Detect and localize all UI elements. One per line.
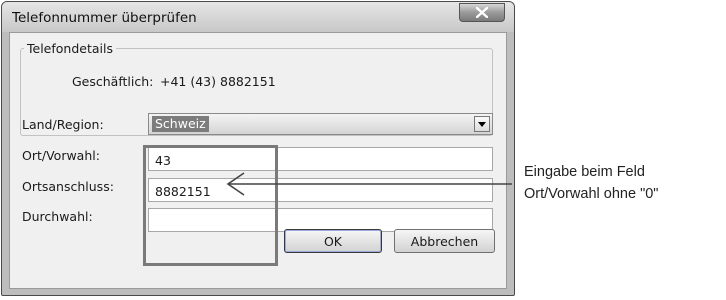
region-selected-value: Schweiz bbox=[152, 116, 209, 132]
annotation-line-2: Ort/Vorwahl ohne "0" bbox=[524, 186, 659, 202]
annotation-line-1: Eingabe beim Feld bbox=[524, 164, 645, 180]
business-label: Geschäftlich: bbox=[72, 74, 154, 89]
close-button[interactable] bbox=[459, 3, 505, 22]
region-label: Land/Region: bbox=[22, 117, 104, 132]
area-code-input[interactable]: 43 bbox=[148, 147, 493, 171]
group-legend: Telefondetails bbox=[24, 41, 116, 56]
annotation-note: Eingabe beim Feld Ort/Vorwahl ohne "0" bbox=[524, 161, 726, 205]
close-x-icon bbox=[476, 7, 488, 18]
dialog-title: Telefonnummer überprüfen bbox=[12, 10, 197, 26]
business-value: +41 (43) 8882151 bbox=[160, 74, 276, 89]
cancel-button[interactable]: Abbrechen bbox=[394, 229, 495, 253]
dropdown-arrow-icon[interactable] bbox=[474, 116, 490, 132]
ok-button[interactable]: OK bbox=[284, 229, 382, 253]
extension-label: Durchwahl: bbox=[22, 209, 93, 224]
region-select[interactable]: Schweiz bbox=[148, 113, 493, 135]
title-bar[interactable]: Telefonnummer überprüfen bbox=[2, 2, 514, 32]
dialog-window: Telefonnummer überprüfen Geschäftlich: +… bbox=[1, 1, 515, 296]
area-code-label: Ort/Vorwahl: bbox=[22, 148, 100, 163]
local-number-input[interactable]: 8882151 bbox=[148, 178, 493, 202]
local-number-label: Ortsanschluss: bbox=[22, 179, 114, 194]
